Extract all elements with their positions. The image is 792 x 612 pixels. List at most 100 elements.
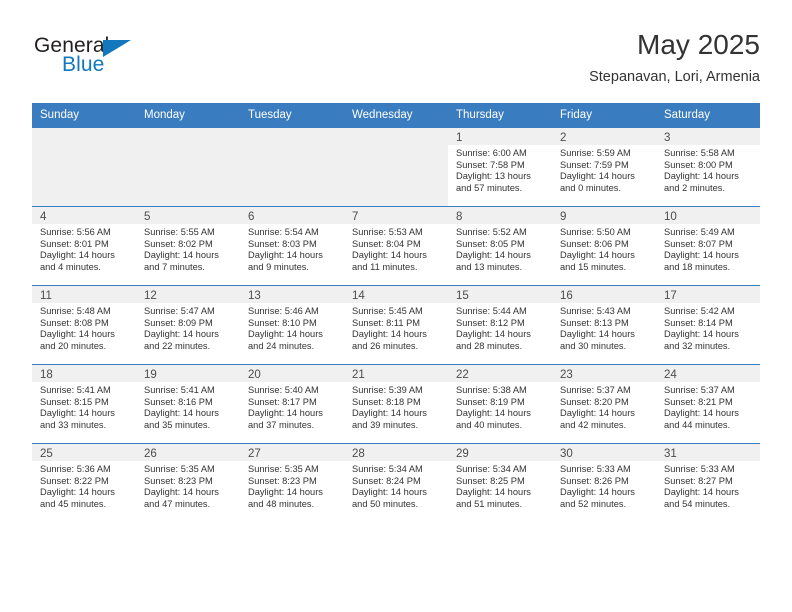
- day-sunrise-text: Sunrise: 5:59 AM: [560, 148, 631, 158]
- calendar-day-cell[interactable]: 16 Sunrise: 5:43 AM Sunset: 8:13 PM Dayligh…: [552, 285, 656, 365]
- weekday-header-sunday: Sunday: [32, 103, 136, 128]
- calendar-empty-cell: [32, 127, 136, 207]
- day-cell-inner: 3 Sunrise: 5:58 AM Sunset: 8:00 PM Daylight…: [656, 128, 760, 206]
- day-daylight-line1-text: Daylight: 14 hours: [248, 329, 323, 340]
- calendar-day-cell[interactable]: 10 Sunrise: 5:49 AM Sunset: 8:07 PM Dayligh…: [656, 206, 760, 286]
- day-number: 13: [248, 290, 261, 302]
- day-daylight-line2-text: and 4 minutes.: [40, 261, 101, 272]
- day-sunset-text: Sunset: 8:24 PM: [352, 475, 421, 486]
- day-daylight-line1-text: Daylight: 14 hours: [352, 250, 427, 261]
- day-sunset-text: Sunset: 8:21 PM: [664, 396, 733, 407]
- calendar-day-cell[interactable]: 24 Sunrise: 5:37 AM Sunset: 8:21 PM Dayligh…: [656, 364, 760, 444]
- calendar-day-cell[interactable]: 21 Sunrise: 5:39 AM Sunset: 8:18 PM Dayligh…: [344, 364, 448, 444]
- day-cell-inner: 7 Sunrise: 5:53 AM Sunset: 8:04 PM Daylight…: [344, 207, 448, 285]
- day-sunset-text: Sunset: 8:13 PM: [560, 317, 629, 328]
- brand-logo[interactable]: General Blue: [32, 34, 212, 92]
- calendar-table: Sunday Monday Tuesday Wednesday Thursday…: [32, 103, 760, 522]
- day-cell-inner: 30 Sunrise: 5:33 AM Sunset: 8:26 PM Dayligh…: [552, 444, 656, 522]
- calendar-day-cell[interactable]: 25 Sunrise: 5:36 AM Sunset: 8:22 PM Dayligh…: [32, 443, 136, 522]
- day-sunset-text: Sunset: 8:19 PM: [456, 396, 525, 407]
- calendar-day-cell[interactable]: 8 Sunrise: 5:52 AM Sunset: 8:05 PM Daylight…: [448, 206, 552, 286]
- day-daylight-line2-text: and 45 minutes.: [40, 498, 107, 509]
- day-daylight-line2-text: and 0 minutes.: [560, 182, 621, 193]
- day-daylight-line1-text: Daylight: 14 hours: [664, 487, 739, 498]
- calendar-day-cell[interactable]: 29 Sunrise: 5:34 AM Sunset: 8:25 PM Dayligh…: [448, 443, 552, 522]
- day-number: 21: [352, 369, 365, 381]
- calendar-day-cell[interactable]: 13 Sunrise: 5:46 AM Sunset: 8:10 PM Dayligh…: [240, 285, 344, 365]
- day-number: 11: [40, 290, 52, 302]
- day-daylight-line1-text: Daylight: 14 hours: [144, 250, 219, 261]
- day-sunrise-text: Sunrise: 5:37 AM: [664, 385, 735, 395]
- day-daylight-line1-text: Daylight: 14 hours: [144, 329, 219, 340]
- day-cell-inner: 4 Sunrise: 5:56 AM Sunset: 8:01 PM Daylight…: [32, 207, 136, 285]
- title-block: May 2025 Stepanavan, Lori, Armenia: [589, 28, 760, 88]
- day-sunset-text: Sunset: 8:25 PM: [456, 475, 525, 486]
- weekday-header-tuesday: Tuesday: [240, 103, 344, 128]
- day-daylight-line1-text: Daylight: 14 hours: [664, 408, 739, 419]
- calendar-day-cell[interactable]: 28 Sunrise: 5:34 AM Sunset: 8:24 PM Dayligh…: [344, 443, 448, 522]
- triangle-right-icon: [103, 40, 131, 57]
- day-sunset-text: Sunset: 8:01 PM: [40, 238, 109, 249]
- calendar-day-cell[interactable]: 1 Sunrise: 6:00 AM Sunset: 7:58 PM Daylight…: [448, 127, 552, 207]
- day-daylight-line1-text: Daylight: 14 hours: [40, 329, 115, 340]
- calendar-day-cell[interactable]: 26 Sunrise: 5:35 AM Sunset: 8:23 PM Dayligh…: [136, 443, 240, 522]
- day-daylight-line1-text: Daylight: 14 hours: [664, 171, 739, 182]
- day-number: 3: [664, 132, 671, 144]
- day-daylight-line2-text: and 11 minutes.: [352, 261, 418, 272]
- calendar-day-cell[interactable]: 20 Sunrise: 5:40 AM Sunset: 8:17 PM Dayligh…: [240, 364, 344, 444]
- day-daylight-line1-text: Daylight: 14 hours: [560, 250, 635, 261]
- calendar-day-cell[interactable]: 23 Sunrise: 5:37 AM Sunset: 8:20 PM Dayligh…: [552, 364, 656, 444]
- day-number: 20: [248, 369, 261, 381]
- day-sunrise-text: Sunrise: 5:43 AM: [560, 306, 631, 316]
- weekday-header-monday: Monday: [136, 103, 240, 128]
- calendar-day-cell[interactable]: 22 Sunrise: 5:38 AM Sunset: 8:19 PM Dayligh…: [448, 364, 552, 444]
- day-sunrise-text: Sunrise: 5:46 AM: [248, 306, 319, 316]
- calendar-day-cell[interactable]: 12 Sunrise: 5:47 AM Sunset: 8:09 PM Dayligh…: [136, 285, 240, 365]
- day-sunset-text: Sunset: 8:05 PM: [456, 238, 525, 249]
- weekday-header-friday: Friday: [552, 103, 656, 128]
- day-sunset-text: Sunset: 8:23 PM: [248, 475, 317, 486]
- day-sunset-text: Sunset: 8:08 PM: [40, 317, 109, 328]
- calendar-day-cell[interactable]: 19 Sunrise: 5:41 AM Sunset: 8:16 PM Dayligh…: [136, 364, 240, 444]
- day-cell-inner: 29 Sunrise: 5:34 AM Sunset: 8:25 PM Dayligh…: [448, 444, 552, 522]
- calendar-day-cell[interactable]: 18 Sunrise: 5:41 AM Sunset: 8:15 PM Dayligh…: [32, 364, 136, 444]
- day-number: 24: [664, 369, 677, 381]
- day-sunrise-text: Sunrise: 5:44 AM: [456, 306, 527, 316]
- calendar-day-cell[interactable]: 3 Sunrise: 5:58 AM Sunset: 8:00 PM Daylight…: [656, 127, 760, 207]
- day-sunset-text: Sunset: 8:16 PM: [144, 396, 213, 407]
- day-cell-inner: 25 Sunrise: 5:36 AM Sunset: 8:22 PM Dayligh…: [32, 444, 136, 522]
- calendar-day-cell[interactable]: 2 Sunrise: 5:59 AM Sunset: 7:59 PM Daylight…: [552, 127, 656, 207]
- day-sunrise-text: Sunrise: 5:34 AM: [352, 464, 423, 474]
- day-number: 5: [144, 211, 151, 223]
- day-sunrise-text: Sunrise: 5:48 AM: [40, 306, 111, 316]
- day-number: 17: [664, 290, 677, 302]
- day-daylight-line2-text: and 39 minutes.: [352, 419, 419, 430]
- calendar-day-cell[interactable]: 17 Sunrise: 5:42 AM Sunset: 8:14 PM Dayligh…: [656, 285, 760, 365]
- calendar-day-cell[interactable]: 15 Sunrise: 5:44 AM Sunset: 8:12 PM Dayligh…: [448, 285, 552, 365]
- day-sunrise-text: Sunrise: 5:50 AM: [560, 227, 631, 237]
- calendar-day-cell[interactable]: 4 Sunrise: 5:56 AM Sunset: 8:01 PM Daylight…: [32, 206, 136, 286]
- day-cell-inner: 16 Sunrise: 5:43 AM Sunset: 8:13 PM Dayligh…: [552, 286, 656, 364]
- day-daylight-line2-text: and 51 minutes.: [456, 498, 523, 509]
- day-sunset-text: Sunset: 8:10 PM: [248, 317, 317, 328]
- day-daylight-line2-text: and 44 minutes.: [664, 419, 731, 430]
- day-daylight-line2-text: and 7 minutes.: [144, 261, 205, 272]
- calendar-day-cell[interactable]: 11 Sunrise: 5:48 AM Sunset: 8:08 PM Dayligh…: [32, 285, 136, 365]
- day-daylight-line2-text: and 50 minutes.: [352, 498, 419, 509]
- day-sunrise-text: Sunrise: 5:47 AM: [144, 306, 215, 316]
- calendar-day-cell[interactable]: 30 Sunrise: 5:33 AM Sunset: 8:26 PM Dayligh…: [552, 443, 656, 522]
- day-daylight-line1-text: Daylight: 14 hours: [248, 250, 323, 261]
- calendar-day-cell[interactable]: 6 Sunrise: 5:54 AM Sunset: 8:03 PM Daylight…: [240, 206, 344, 286]
- calendar-day-cell[interactable]: 5 Sunrise: 5:55 AM Sunset: 8:02 PM Daylight…: [136, 206, 240, 286]
- calendar-day-cell[interactable]: 14 Sunrise: 5:45 AM Sunset: 8:11 PM Dayligh…: [344, 285, 448, 365]
- calendar-day-cell[interactable]: 27 Sunrise: 5:35 AM Sunset: 8:23 PM Dayligh…: [240, 443, 344, 522]
- day-number: 18: [40, 369, 53, 381]
- calendar-day-cell[interactable]: 7 Sunrise: 5:53 AM Sunset: 8:04 PM Daylight…: [344, 206, 448, 286]
- day-sunset-text: Sunset: 8:11 PM: [352, 317, 421, 328]
- day-daylight-line1-text: Daylight: 14 hours: [664, 250, 739, 261]
- day-daylight-line1-text: Daylight: 14 hours: [560, 408, 635, 419]
- calendar-day-cell[interactable]: 31 Sunrise: 5:33 AM Sunset: 8:27 PM Dayligh…: [656, 443, 760, 522]
- day-number: 31: [664, 448, 677, 460]
- calendar-day-cell[interactable]: 9 Sunrise: 5:50 AM Sunset: 8:06 PM Daylight…: [552, 206, 656, 286]
- weekday-header-saturday: Saturday: [656, 103, 760, 128]
